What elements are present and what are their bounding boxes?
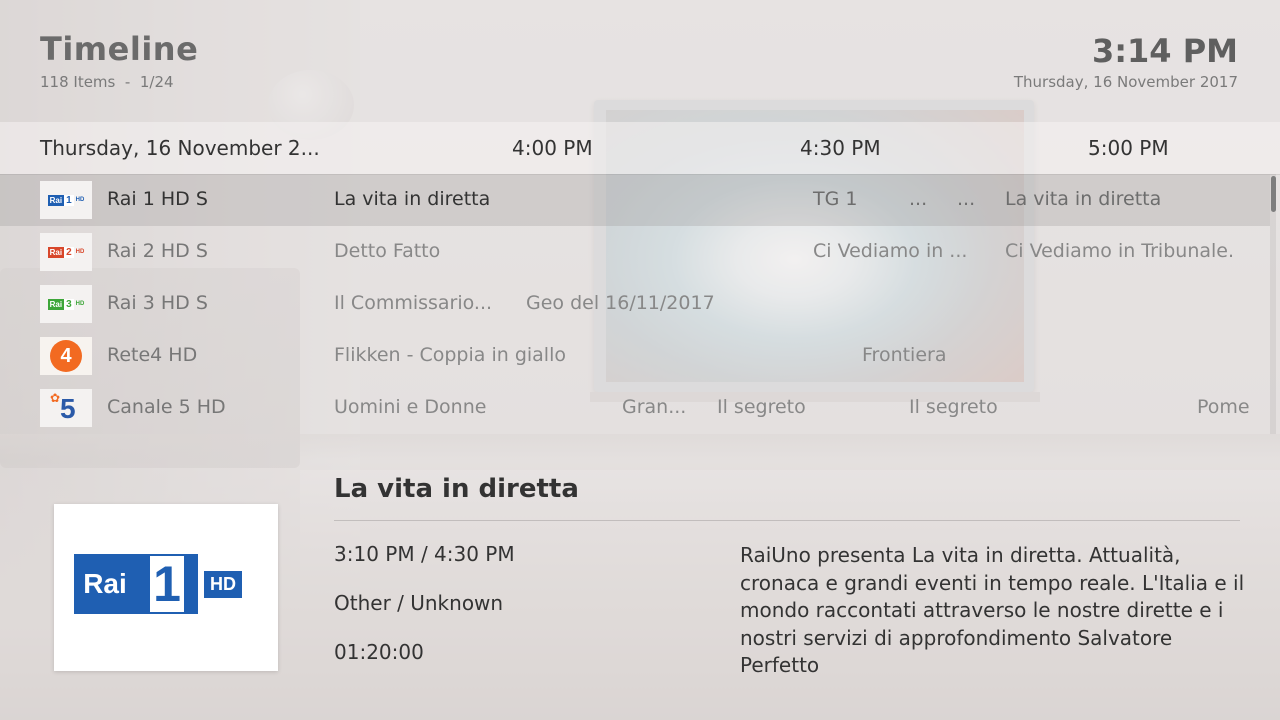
grid-divider	[0, 434, 1280, 460]
logo-number: 1	[64, 194, 74, 206]
logo-text: Rai	[47, 194, 65, 206]
program-cell[interactable]: Gran...	[622, 396, 686, 418]
program-cell[interactable]: Il segreto	[717, 396, 806, 418]
program-cell[interactable]: Uomini e Donne	[334, 396, 486, 418]
channel-row-canale5[interactable]: ✿ 5 Canale 5 HD Uomini e Donne Gran... I…	[0, 382, 1270, 434]
program-cell[interactable]: La vita in diretta	[334, 188, 490, 210]
program-cell[interactable]: Il Commissario...	[334, 292, 492, 314]
program-duration: 01:20:00	[334, 640, 424, 664]
time-slot: 4:00 PM	[512, 136, 593, 160]
grid-scrollbar[interactable]	[1270, 174, 1276, 434]
channel-logo-rai1: Rai 1 HD	[40, 181, 92, 219]
logo-suffix: HD	[75, 249, 85, 255]
program-cell[interactable]: Pome	[1197, 396, 1250, 418]
item-count: 118 Items - 1/24	[40, 73, 174, 91]
rai1-hd-logo: Rai 1 HD	[74, 554, 242, 614]
program-cell[interactable]: TG 1	[813, 188, 857, 210]
channel-name: Canale 5 HD	[107, 396, 226, 418]
program-cell[interactable]: ...	[957, 188, 975, 210]
logo-number: 2	[64, 246, 74, 258]
channel-logo-rete4: 4	[40, 337, 92, 375]
program-time: 3:10 PM / 4:30 PM	[334, 542, 515, 566]
biscione-icon: ✿	[50, 391, 61, 405]
program-cell[interactable]: Il segreto	[909, 396, 998, 418]
logo-text: 4	[60, 344, 72, 367]
program-cell[interactable]: Detto Fatto	[334, 240, 440, 262]
channel-name: Rete4 HD	[107, 344, 198, 366]
program-cell[interactable]: Ci Vediamo in Tribunale.	[1005, 240, 1234, 262]
program-title: La vita in diretta	[334, 474, 579, 504]
program-cell[interactable]: ...	[909, 188, 927, 210]
logo-suffix: HD	[204, 570, 242, 598]
program-cell[interactable]: Frontiera	[862, 344, 946, 366]
current-date: Thursday, 16 November 2017	[1013, 73, 1238, 91]
logo-suffix: HD	[75, 197, 85, 203]
logo-number: 3	[64, 298, 74, 310]
program-cell[interactable]: Ci Vediamo in ...	[813, 240, 967, 262]
program-description: RaiUno presenta La vita in diretta. Attu…	[740, 543, 1245, 677]
logo-text: Rai	[74, 554, 136, 614]
channel-name: Rai 3 HD S	[107, 292, 208, 314]
channel-row-rai1[interactable]: Rai 1 HD Rai 1 HD S La vita in diretta T…	[0, 174, 1270, 226]
logo-suffix: HD	[75, 301, 85, 307]
logo-text: 5	[60, 393, 76, 424]
channel-row-rai3[interactable]: Rai 3 HD Rai 3 HD S Il Commissario... Ge…	[0, 278, 1270, 330]
time-slot: 5:00 PM	[1088, 136, 1169, 160]
channel-name: Rai 2 HD S	[107, 240, 208, 262]
program-cell[interactable]: Flikken - Coppia in giallo	[334, 344, 566, 366]
channel-row-rai2[interactable]: Rai 2 HD Rai 2 HD S Detto Fatto Ci Vedia…	[0, 226, 1270, 278]
channel-logo-rai2: Rai 2 HD	[40, 233, 92, 271]
channel-name: Rai 1 HD S	[107, 188, 208, 210]
logo-text: Rai	[47, 246, 65, 258]
channel-logo-rai3: Rai 3 HD	[40, 285, 92, 323]
channel-logo-canale5: ✿ 5	[40, 389, 92, 427]
channel-row-rete4[interactable]: 4 Rete4 HD Flikken - Coppia in giallo Fr…	[0, 330, 1270, 382]
channel-thumbnail: Rai 1 HD	[54, 504, 278, 671]
program-cell[interactable]: Geo del 16/11/2017	[526, 292, 715, 314]
program-cell[interactable]: La vita in diretta	[1005, 188, 1161, 210]
logo-text: Rai	[47, 298, 65, 310]
logo-number: 1	[150, 556, 184, 612]
detail-divider	[334, 520, 1240, 521]
grid-scrollbar-thumb[interactable]	[1271, 176, 1276, 212]
time-slot: 4:30 PM	[800, 136, 881, 160]
logo-number-box: 1	[136, 554, 198, 614]
clock: 3:14 PM	[1091, 32, 1238, 70]
page-title: Timeline	[40, 30, 199, 68]
epg-grid: Rai 1 HD Rai 1 HD S La vita in diretta T…	[0, 174, 1270, 434]
timeline-date: Thursday, 16 November 2...	[40, 136, 320, 160]
program-genre: Other / Unknown	[334, 591, 504, 615]
